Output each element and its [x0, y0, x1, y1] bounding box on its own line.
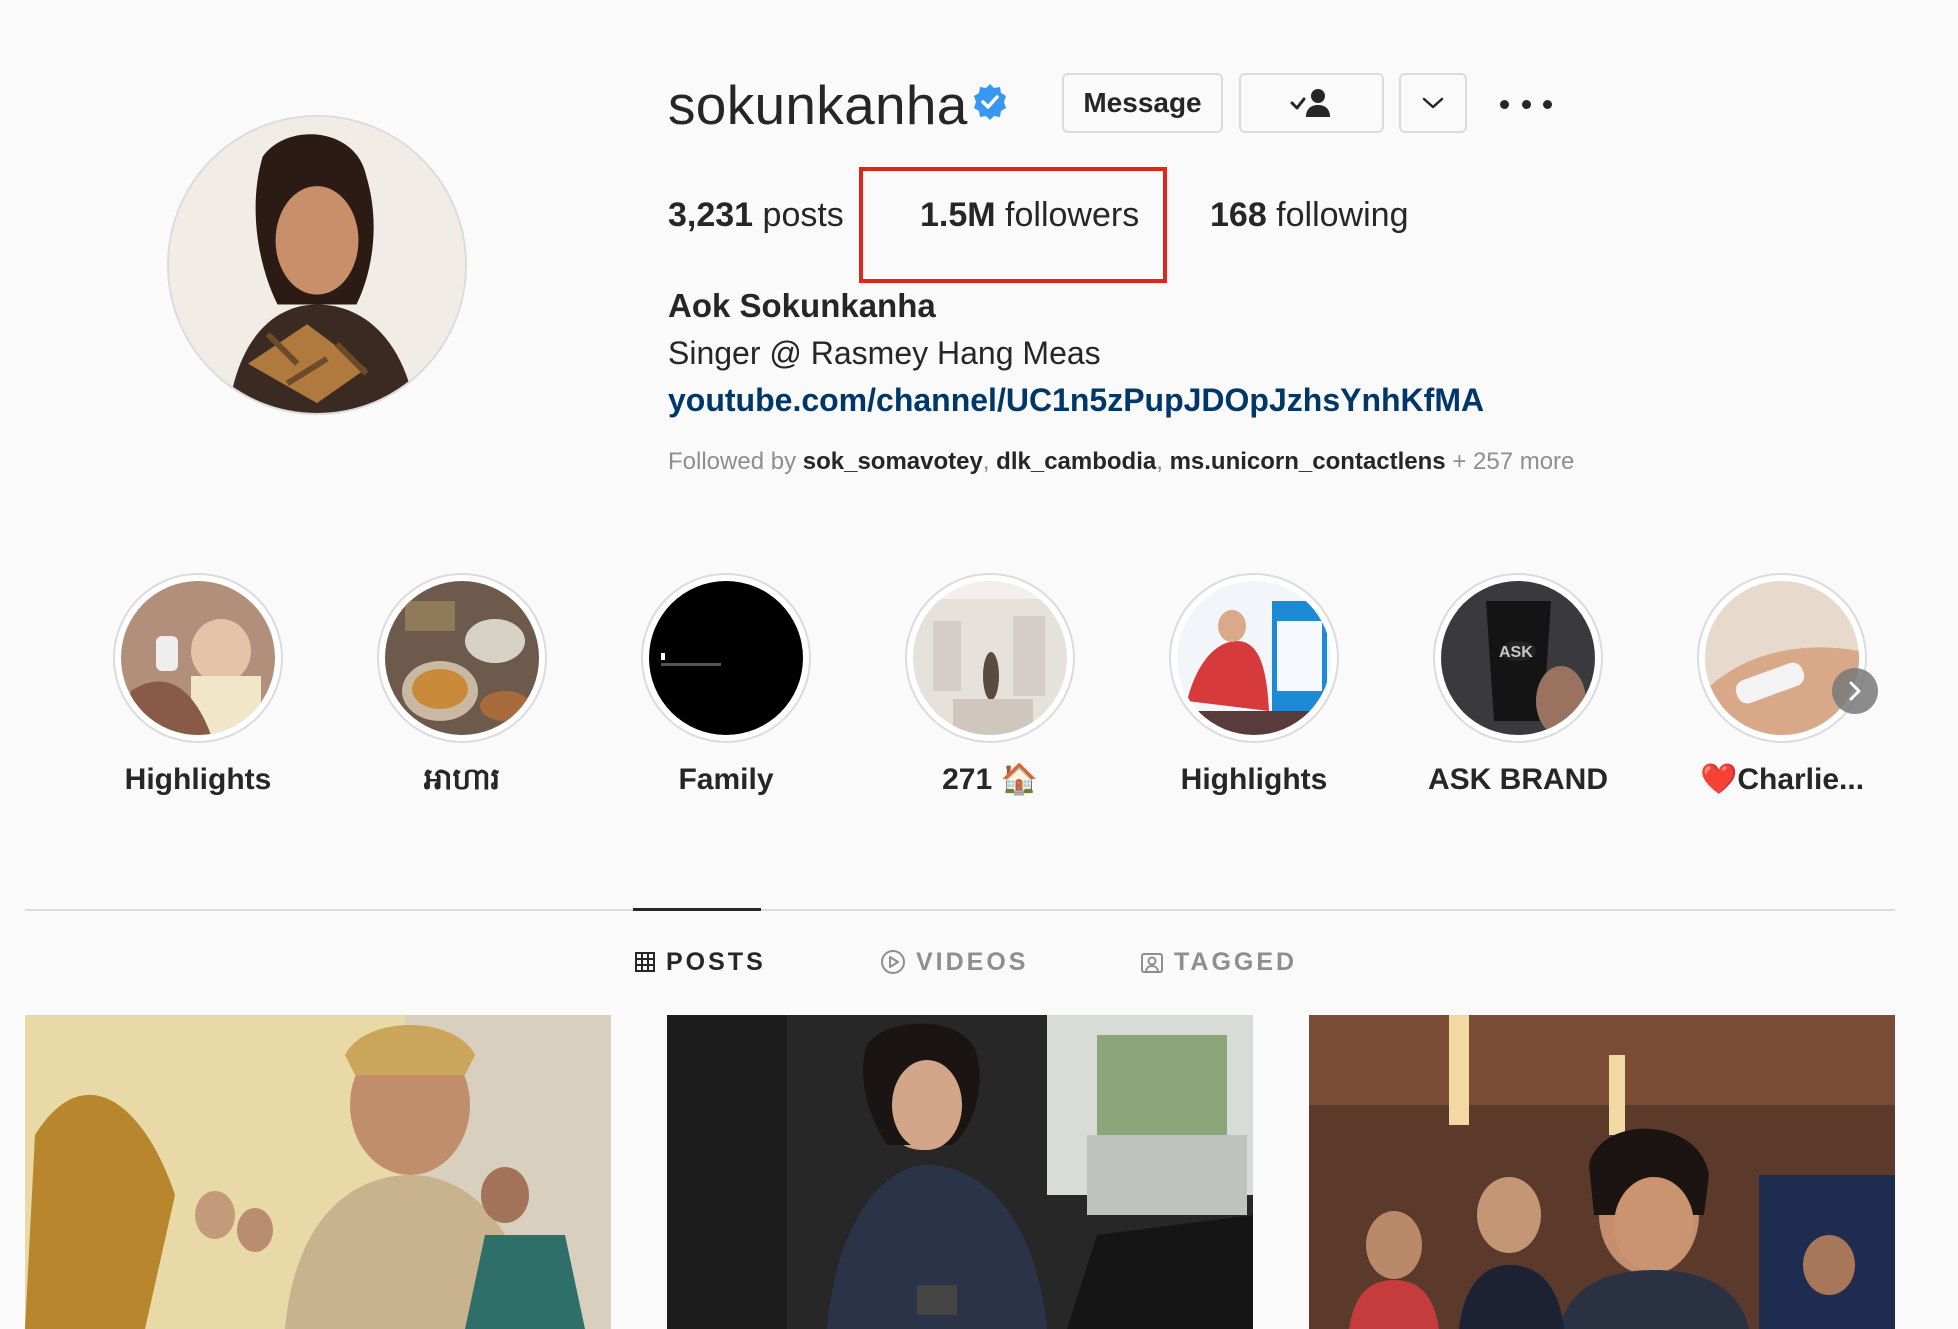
- following-person-icon: [1290, 89, 1330, 117]
- suggested-accounts-dropdown[interactable]: [1399, 73, 1467, 133]
- post-thumbnail[interactable]: [25, 1015, 611, 1329]
- profile-avatar[interactable]: [167, 115, 467, 415]
- tab-posts[interactable]: POSTS: [634, 945, 766, 979]
- highlight-item[interactable]: ASK: [1433, 573, 1603, 743]
- chevron-down-icon: [1422, 97, 1444, 109]
- tab-videos[interactable]: VIDEOS: [880, 945, 1028, 979]
- tab-tagged-label: TAGGED: [1174, 948, 1298, 976]
- post-thumbnail[interactable]: [667, 1015, 1253, 1329]
- followed-by-prefix: Followed by: [668, 448, 803, 475]
- highlight-cover: [1705, 581, 1859, 735]
- highlight-item[interactable]: [113, 573, 283, 743]
- highlight-cover: [385, 581, 539, 735]
- highlight-item[interactable]: [1169, 573, 1339, 743]
- highlight-label: Highlights: [124, 763, 272, 796]
- more-options-icon[interactable]: [1500, 84, 1552, 124]
- highlight-cover: [913, 581, 1067, 735]
- annotation-highlight-box: [859, 167, 1167, 283]
- followed-by-more: + 257 more: [1445, 448, 1575, 475]
- tab-posts-label: POSTS: [666, 948, 766, 976]
- highlight-item[interactable]: [1697, 573, 1867, 743]
- highlight-label: 271 🏠: [942, 763, 1038, 796]
- profile-full-name: Aok Sokunkanha: [668, 287, 936, 324]
- carousel-icon: [1836, 1032, 1895, 1329]
- avatar-photo: [169, 117, 465, 413]
- highlight-label: អាហារ: [423, 763, 501, 796]
- highlight-label: ASK BRAND: [1428, 763, 1608, 796]
- posts-count: 3,231 posts: [668, 196, 844, 234]
- verified-badge-icon: [974, 84, 1006, 120]
- tab-tagged[interactable]: TAGGED: [1140, 945, 1297, 979]
- followed-by-user[interactable]: sok_somavotey: [803, 448, 983, 475]
- profile-website-link[interactable]: youtube.com/channel/UC1n5zPupJDOpJzhsYnh…: [668, 380, 1484, 420]
- active-tab-indicator: [633, 908, 761, 911]
- post-thumbnail[interactable]: [1309, 1015, 1895, 1329]
- highlight-cover: ASK: [1441, 581, 1595, 735]
- followed-by[interactable]: Followed by sok_somavotey, dlk_cambodia,…: [668, 447, 1574, 477]
- grid-icon: [635, 952, 655, 972]
- highlight-label: Highlights: [1180, 763, 1328, 796]
- highlights-next-button[interactable]: [1832, 668, 1878, 714]
- highlight-item[interactable]: [377, 573, 547, 743]
- highlight-item[interactable]: [641, 573, 811, 743]
- next-arrow-icon: [1849, 681, 1861, 701]
- highlight-item[interactable]: [905, 573, 1075, 743]
- following-button[interactable]: [1239, 73, 1384, 133]
- play-circle-icon: [881, 950, 905, 974]
- highlight-label: ❤️Charlie...: [1699, 763, 1865, 796]
- svg-text:ASK: ASK: [1499, 644, 1533, 661]
- highlight-cover: [1177, 581, 1331, 735]
- tagged-user-icon: [1141, 953, 1163, 973]
- followed-by-user[interactable]: ms.unicorn_contactlens: [1170, 448, 1446, 475]
- highlight-cover: [649, 581, 803, 735]
- following-link[interactable]: 168 following: [1210, 195, 1408, 235]
- profile-bio: Singer @ Rasmey Hang Meas: [668, 335, 1101, 371]
- profile-username: sokunkanha: [668, 74, 968, 136]
- carousel-icon: [552, 1032, 611, 1329]
- message-button[interactable]: Message: [1062, 73, 1223, 133]
- tab-videos-label: VIDEOS: [916, 948, 1029, 976]
- followed-by-user[interactable]: dlk_cambodia: [996, 448, 1156, 475]
- highlight-cover: [121, 581, 275, 735]
- highlight-label: Family: [678, 763, 774, 796]
- tabs-divider: [25, 909, 1895, 911]
